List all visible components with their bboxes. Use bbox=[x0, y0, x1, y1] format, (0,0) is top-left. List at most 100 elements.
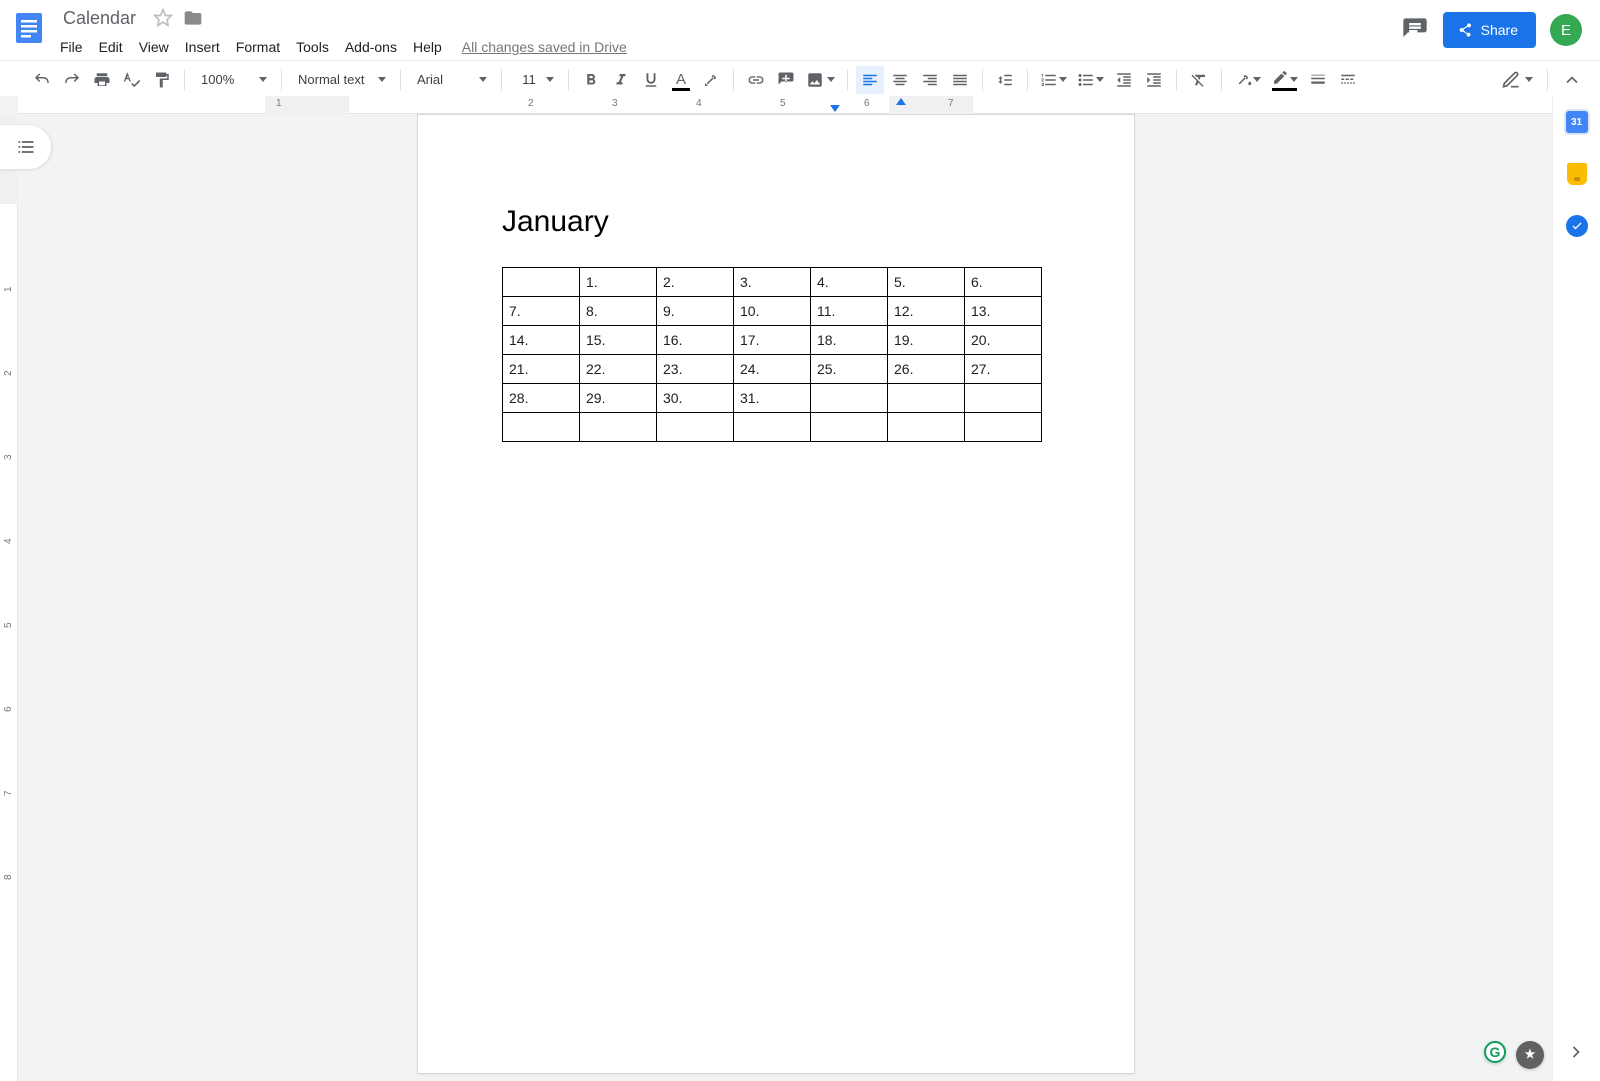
bulleted-list-button[interactable] bbox=[1073, 66, 1108, 94]
align-right-button[interactable] bbox=[916, 66, 944, 94]
align-center-button[interactable] bbox=[886, 66, 914, 94]
table-cell[interactable]: 28. bbox=[503, 384, 580, 413]
border-width-button[interactable] bbox=[1304, 66, 1332, 94]
font-family-select[interactable]: Arial bbox=[409, 66, 493, 94]
table-cell[interactable]: 1. bbox=[580, 268, 657, 297]
table-cell[interactable]: 17. bbox=[734, 326, 811, 355]
page[interactable]: January 1.2.3.4.5.6.7.8.9.10.11.12.13.14… bbox=[417, 114, 1135, 1074]
table-cell[interactable]: 27. bbox=[965, 355, 1042, 384]
menu-format[interactable]: Format bbox=[228, 35, 288, 59]
table-cell[interactable]: 8. bbox=[580, 297, 657, 326]
account-avatar[interactable]: E bbox=[1550, 14, 1582, 46]
menu-file[interactable]: File bbox=[52, 35, 91, 59]
open-comments-icon[interactable] bbox=[1401, 16, 1429, 44]
table-cell[interactable] bbox=[580, 413, 657, 442]
table-cell[interactable] bbox=[811, 413, 888, 442]
table-cell[interactable] bbox=[503, 268, 580, 297]
document-outline-toggle[interactable] bbox=[0, 124, 52, 170]
table-row[interactable]: 7.8.9.10.11.12.13. bbox=[503, 297, 1042, 326]
table-cell[interactable]: 15. bbox=[580, 326, 657, 355]
insert-comment-button[interactable] bbox=[772, 66, 800, 94]
keep-addon-icon[interactable] bbox=[1565, 162, 1589, 186]
text-color-button[interactable]: A bbox=[667, 66, 695, 94]
align-justify-button[interactable] bbox=[946, 66, 974, 94]
table-cell[interactable]: 12. bbox=[888, 297, 965, 326]
table-cell[interactable]: 21. bbox=[503, 355, 580, 384]
table-cell[interactable] bbox=[888, 413, 965, 442]
table-cell[interactable]: 5. bbox=[888, 268, 965, 297]
paragraph-style-select[interactable]: Normal text bbox=[290, 66, 392, 94]
border-color-button[interactable] bbox=[1267, 66, 1302, 94]
save-status[interactable]: All changes saved in Drive bbox=[462, 35, 627, 59]
share-button[interactable]: Share bbox=[1443, 12, 1536, 48]
table-cell[interactable] bbox=[657, 413, 734, 442]
explore-button[interactable] bbox=[1516, 1041, 1544, 1069]
menu-help[interactable]: Help bbox=[405, 35, 450, 59]
table-cell[interactable] bbox=[811, 384, 888, 413]
table-cell[interactable]: 10. bbox=[734, 297, 811, 326]
align-left-button[interactable] bbox=[856, 66, 884, 94]
table-cell[interactable]: 19. bbox=[888, 326, 965, 355]
table-cell[interactable]: 14. bbox=[503, 326, 580, 355]
insert-image-button[interactable] bbox=[802, 66, 839, 94]
grammarly-icon[interactable]: G bbox=[1484, 1041, 1506, 1063]
menu-tools[interactable]: Tools bbox=[288, 35, 337, 59]
table-cell[interactable]: 3. bbox=[734, 268, 811, 297]
table-cell[interactable] bbox=[888, 384, 965, 413]
collapse-toolbar-button[interactable] bbox=[1558, 66, 1586, 94]
star-icon[interactable] bbox=[153, 8, 173, 28]
table-cell[interactable]: 4. bbox=[811, 268, 888, 297]
table-cell[interactable]: 7. bbox=[503, 297, 580, 326]
table-cell[interactable] bbox=[503, 413, 580, 442]
editing-mode-button[interactable] bbox=[1497, 66, 1537, 94]
border-dash-button[interactable] bbox=[1334, 66, 1362, 94]
table-cell[interactable]: 29. bbox=[580, 384, 657, 413]
menu-insert[interactable]: Insert bbox=[177, 35, 228, 59]
underline-button[interactable] bbox=[637, 66, 665, 94]
undo-button[interactable] bbox=[28, 66, 56, 94]
table-cell[interactable]: 16. bbox=[657, 326, 734, 355]
table-cell[interactable]: 26. bbox=[888, 355, 965, 384]
table-cell[interactable]: 23. bbox=[657, 355, 734, 384]
table-cell[interactable]: 13. bbox=[965, 297, 1042, 326]
move-folder-icon[interactable] bbox=[183, 8, 203, 28]
increase-indent-button[interactable] bbox=[1140, 66, 1168, 94]
bold-button[interactable] bbox=[577, 66, 605, 94]
table-cell[interactable]: 30. bbox=[657, 384, 734, 413]
table-cell[interactable]: 11. bbox=[811, 297, 888, 326]
zoom-select[interactable]: 100% bbox=[193, 66, 273, 94]
table-row[interactable]: 21.22.23.24.25.26.27. bbox=[503, 355, 1042, 384]
docs-logo-icon[interactable] bbox=[10, 8, 50, 48]
hide-side-panel-button[interactable] bbox=[1566, 1042, 1586, 1067]
numbered-list-button[interactable] bbox=[1036, 66, 1071, 94]
menu-view[interactable]: View bbox=[131, 35, 177, 59]
insert-link-button[interactable] bbox=[742, 66, 770, 94]
menu-edit[interactable]: Edit bbox=[91, 35, 131, 59]
italic-button[interactable] bbox=[607, 66, 635, 94]
table-row[interactable]: 1.2.3.4.5.6. bbox=[503, 268, 1042, 297]
heading[interactable]: January bbox=[502, 205, 1050, 239]
vertical-ruler[interactable]: 1 2 3 4 5 6 7 8 bbox=[0, 114, 18, 1081]
table-cell[interactable] bbox=[965, 384, 1042, 413]
menu-addons[interactable]: Add-ons bbox=[337, 35, 405, 59]
spellcheck-button[interactable] bbox=[118, 66, 146, 94]
table-cell[interactable]: 6. bbox=[965, 268, 1042, 297]
highlight-color-button[interactable] bbox=[697, 66, 725, 94]
font-size-select[interactable]: 11 bbox=[510, 66, 560, 94]
paint-format-button[interactable] bbox=[148, 66, 176, 94]
table-row[interactable]: 14.15.16.17.18.19.20. bbox=[503, 326, 1042, 355]
tasks-addon-icon[interactable] bbox=[1565, 214, 1589, 238]
table-cell[interactable]: 9. bbox=[657, 297, 734, 326]
table-cell[interactable]: 18. bbox=[811, 326, 888, 355]
fill-color-button[interactable] bbox=[1230, 66, 1265, 94]
table-cell[interactable] bbox=[734, 413, 811, 442]
table-cell[interactable]: 20. bbox=[965, 326, 1042, 355]
line-spacing-button[interactable] bbox=[991, 66, 1019, 94]
horizontal-ruler[interactable]: 1 2 3 4 5 6 7 bbox=[18, 96, 1552, 114]
document-title[interactable]: Calendar bbox=[56, 6, 143, 31]
calendar-table[interactable]: 1.2.3.4.5.6.7.8.9.10.11.12.13.14.15.16.1… bbox=[502, 267, 1042, 442]
table-cell[interactable]: 22. bbox=[580, 355, 657, 384]
clear-formatting-button[interactable] bbox=[1185, 66, 1213, 94]
table-cell[interactable]: 25. bbox=[811, 355, 888, 384]
document-canvas[interactable]: January 1.2.3.4.5.6.7.8.9.10.11.12.13.14… bbox=[18, 114, 1534, 1081]
